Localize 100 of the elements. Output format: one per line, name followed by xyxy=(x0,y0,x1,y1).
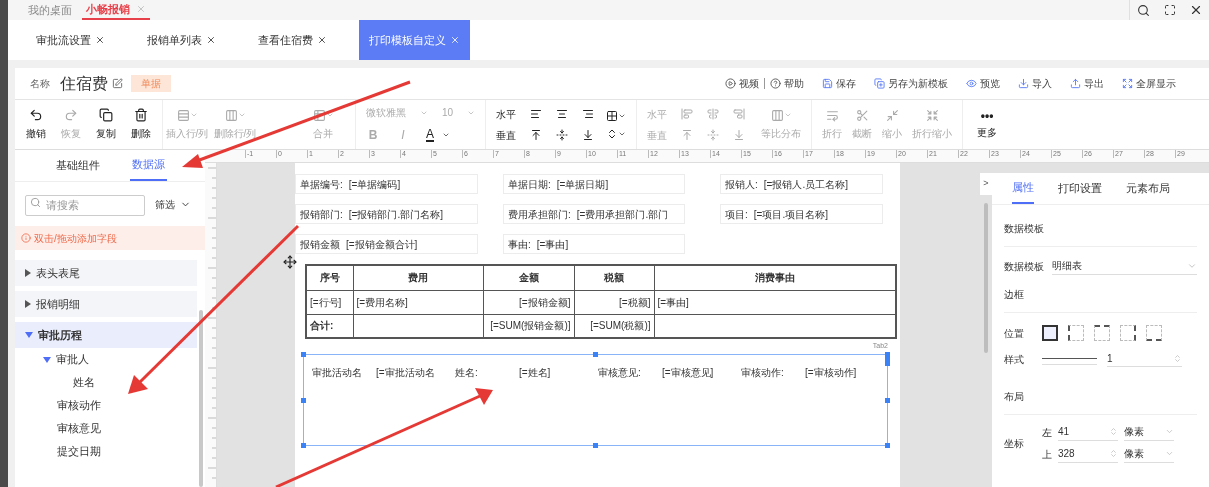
panel-tab[interactable]: 数据源 xyxy=(129,150,167,181)
panel-tab[interactable]: 元素布局 xyxy=(1126,173,1170,204)
align-button[interactable] xyxy=(582,108,595,120)
align-button[interactable] xyxy=(582,129,595,141)
caret-icon xyxy=(237,111,246,119)
field-value: [=单据编码] xyxy=(348,177,401,192)
field-box[interactable]: 单据日期: [=单据日期] xyxy=(503,174,685,194)
field-box[interactable]: 事由: [=事由] xyxy=(503,234,685,254)
tree-item[interactable]: 审核意见 xyxy=(15,417,197,440)
caret-icon xyxy=(325,111,334,119)
upload-icon xyxy=(1070,78,1081,89)
header-action[interactable]: 全屏显示 xyxy=(1122,76,1176,91)
redo-icon xyxy=(64,108,78,122)
header-action[interactable]: 导入 xyxy=(1018,76,1052,91)
tree-item[interactable]: 表头表尾 xyxy=(15,260,197,286)
copy-plus-icon xyxy=(874,78,885,89)
coordinate-field[interactable]: 328 xyxy=(1058,445,1118,463)
resize-handle[interactable] xyxy=(301,397,306,403)
header-action[interactable]: 保存 xyxy=(822,76,856,91)
unit-select[interactable]: 像素 xyxy=(1124,423,1174,441)
resize-handle[interactable] xyxy=(885,442,890,448)
spacing-dropdown[interactable] xyxy=(606,127,627,140)
tree-item[interactable]: 姓名 xyxy=(15,371,197,394)
property-label: 样式 xyxy=(1004,352,1025,367)
info-icon xyxy=(21,233,31,243)
template-select[interactable]: 明细表 xyxy=(1052,257,1197,275)
toolbar-button[interactable]: 复制 xyxy=(91,108,121,141)
toolbar-button[interactable]: 删除 xyxy=(126,108,156,141)
header-action[interactable]: 视频 xyxy=(725,76,759,91)
page-tab[interactable]: 打印模板自定义 xyxy=(359,20,470,60)
filter-button[interactable]: 筛选 xyxy=(155,196,191,212)
align-label: 水平 xyxy=(496,107,517,122)
header-action[interactable]: 预览 xyxy=(966,76,1000,91)
align-button[interactable] xyxy=(556,108,569,120)
resize-handle[interactable] xyxy=(885,351,890,366)
align-button[interactable] xyxy=(530,108,543,120)
border-option[interactable] xyxy=(1042,325,1058,341)
caret-down-icon xyxy=(43,356,51,363)
resize-handle[interactable] xyxy=(301,351,306,357)
edit-icon[interactable] xyxy=(112,78,123,89)
panel-tab[interactable]: 打印设置 xyxy=(1058,173,1102,204)
caret-icon xyxy=(442,131,450,139)
play-icon xyxy=(725,78,736,89)
border-option[interactable] xyxy=(1146,325,1162,341)
border-width-field[interactable]: 1 xyxy=(1107,351,1182,367)
align-start-icon xyxy=(681,108,694,120)
field-label: 审核动作: xyxy=(741,365,785,380)
page-tab[interactable]: 审批流设置 xyxy=(26,20,115,60)
border-option[interactable] xyxy=(1068,325,1084,341)
page-tab[interactable]: 查看住宿费 xyxy=(248,20,337,60)
page-tab[interactable]: 报销单列表 xyxy=(137,20,226,60)
tree-item[interactable]: 审核动作 xyxy=(15,394,197,417)
resize-handle[interactable] xyxy=(301,442,306,448)
tree-item[interactable]: 提交日期 xyxy=(15,440,197,463)
align-bottom-icon xyxy=(582,129,595,141)
resize-handle[interactable] xyxy=(885,397,890,403)
resize-handle[interactable] xyxy=(593,351,598,357)
align-label: 垂直 xyxy=(496,128,517,143)
layout-dropdown[interactable] xyxy=(606,109,627,122)
align-button[interactable] xyxy=(556,129,569,141)
coordinate-field[interactable]: 41 xyxy=(1058,423,1118,441)
tree-item[interactable]: 审批人 xyxy=(15,348,197,371)
move-handle-icon[interactable] xyxy=(283,255,297,269)
app-tab[interactable]: 我的桌面 xyxy=(24,0,76,20)
search-field[interactable]: 请搜索 xyxy=(25,194,145,216)
header-action[interactable]: 导出 xyxy=(1070,76,1104,91)
header-action[interactable]: 帮助 xyxy=(770,76,804,91)
grid-icon xyxy=(606,109,619,122)
toolbar-button[interactable]: 撤销 xyxy=(21,108,51,141)
maximize-icon[interactable] xyxy=(1164,4,1176,16)
collapse-button[interactable]: > xyxy=(980,173,992,195)
tree-item[interactable]: 报销明细 xyxy=(15,291,197,317)
header-action[interactable]: 另存为新模板 xyxy=(874,76,948,91)
tree-item[interactable]: 审批历程 xyxy=(15,322,197,348)
align-button[interactable] xyxy=(530,129,543,141)
field-box[interactable]: 报销金额 [=报销金额合计] xyxy=(295,234,478,254)
search-icon[interactable] xyxy=(1137,3,1150,17)
selected-region[interactable]: 审批活动名 [=审批活动名 姓名: [=姓名] 审核意见: [=审核意见] 审核动作: [=审核动作] xyxy=(303,353,888,446)
table-header: 金额 xyxy=(483,265,574,290)
hint-text: 双击/拖动添加字段 xyxy=(34,231,117,246)
border-option[interactable] xyxy=(1120,325,1136,341)
align-end-icon xyxy=(733,108,746,120)
copy-icon xyxy=(99,108,113,122)
resize-handle[interactable] xyxy=(593,442,598,448)
field-box[interactable]: 报销部门: [=报销部门.部门名称] xyxy=(295,204,478,224)
field-box[interactable]: 费用承担部门: [=费用承担部门.部门 xyxy=(503,204,685,224)
align-top-icon xyxy=(530,129,543,141)
border-option[interactable] xyxy=(1094,325,1110,341)
download-icon xyxy=(1018,78,1029,89)
close-icon[interactable] xyxy=(1189,3,1203,17)
caret-icon xyxy=(783,111,792,119)
field-box[interactable]: 报销人: [=报销人.员工名称] xyxy=(720,174,883,194)
field-box[interactable]: 项目: [=项目.项目名称] xyxy=(720,204,883,224)
panel-tab[interactable]: 属性 xyxy=(1012,173,1034,204)
field-box[interactable]: 单据编号: [=单据编码] xyxy=(295,174,478,194)
unit-select[interactable]: 像素 xyxy=(1124,445,1174,463)
field-value: [=费用承担部门.部门 xyxy=(576,207,669,222)
more-button[interactable]: ••• 更多 xyxy=(977,109,998,140)
property-label: 坐标 xyxy=(1004,436,1025,451)
panel-tab[interactable]: 基础组件 xyxy=(53,150,102,181)
